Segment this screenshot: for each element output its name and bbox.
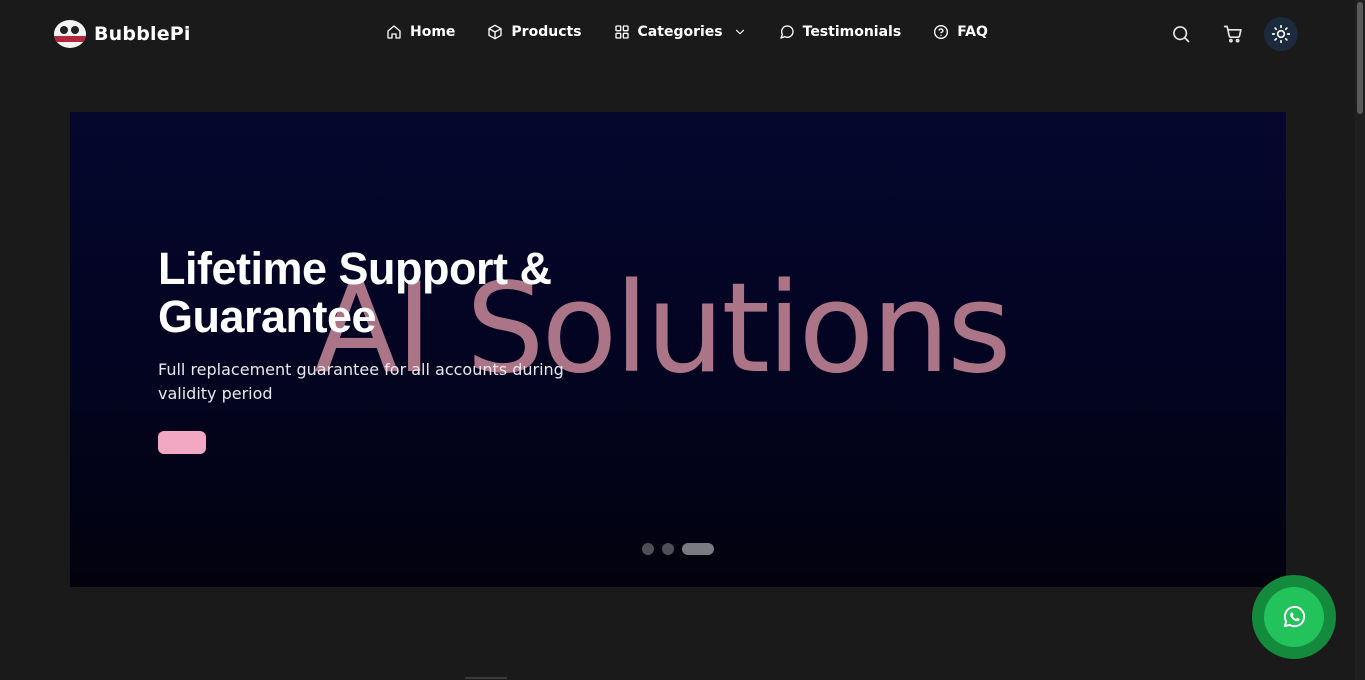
site-header: BubblePi Home Products Categories Testim… bbox=[0, 0, 1355, 68]
nav-item-categories[interactable]: Categories bbox=[614, 24, 747, 40]
whatsapp-icon bbox=[1283, 605, 1306, 628]
nav-label-categories: Categories bbox=[637, 24, 723, 40]
page-scrollbar[interactable] bbox=[1355, 0, 1365, 680]
nav-label-home: Home bbox=[410, 24, 456, 40]
hero-title: Lifetime Support & Guarantee bbox=[158, 243, 552, 342]
header-actions bbox=[1166, 17, 1298, 51]
whatsapp-float bbox=[1252, 575, 1336, 659]
carousel-dot-2[interactable] bbox=[662, 543, 674, 555]
nav-item-faq[interactable]: FAQ bbox=[933, 24, 988, 40]
main-nav: Home Products Categories Testimonials FA… bbox=[386, 24, 988, 40]
scrollbar-thumb[interactable] bbox=[1357, 2, 1363, 114]
chevron-down-icon bbox=[735, 29, 744, 35]
section-divider bbox=[465, 677, 507, 679]
sun-icon bbox=[1271, 24, 1291, 44]
carousel-dot-1[interactable] bbox=[642, 543, 654, 555]
grid-icon bbox=[614, 25, 629, 39]
help-circle-icon bbox=[934, 25, 949, 39]
nav-item-home[interactable]: Home bbox=[386, 24, 455, 40]
nav-label-testimonials: Testimonials bbox=[802, 24, 902, 40]
nav-item-testimonials[interactable]: Testimonials bbox=[779, 24, 902, 40]
cart-icon bbox=[1223, 25, 1242, 43]
search-icon bbox=[1173, 26, 1190, 43]
nav-label-faq: FAQ bbox=[957, 24, 988, 40]
whatsapp-button[interactable] bbox=[1264, 587, 1324, 647]
bubblepi-logo-icon bbox=[54, 20, 86, 48]
box-icon bbox=[488, 24, 503, 40]
home-icon bbox=[387, 25, 401, 39]
hero-subtitle: Full replacement guarantee for all accou… bbox=[158, 360, 564, 403]
brand-logo[interactable]: BubblePi bbox=[54, 20, 191, 48]
hero-cta-button[interactable] bbox=[158, 431, 206, 454]
nav-label-products: Products bbox=[511, 24, 582, 40]
brand-name: BubblePi bbox=[94, 23, 191, 45]
chat-bubble-icon bbox=[779, 25, 794, 39]
search-button[interactable] bbox=[1166, 17, 1196, 51]
carousel-dots bbox=[642, 543, 714, 555]
nav-item-products[interactable]: Products bbox=[487, 24, 582, 40]
theme-toggle-button[interactable] bbox=[1264, 17, 1298, 51]
hero-carousel: AI Solutions Lifetime Support & Guarante… bbox=[70, 112, 1286, 587]
cart-button[interactable] bbox=[1218, 17, 1248, 51]
carousel-dot-3[interactable] bbox=[682, 543, 714, 555]
